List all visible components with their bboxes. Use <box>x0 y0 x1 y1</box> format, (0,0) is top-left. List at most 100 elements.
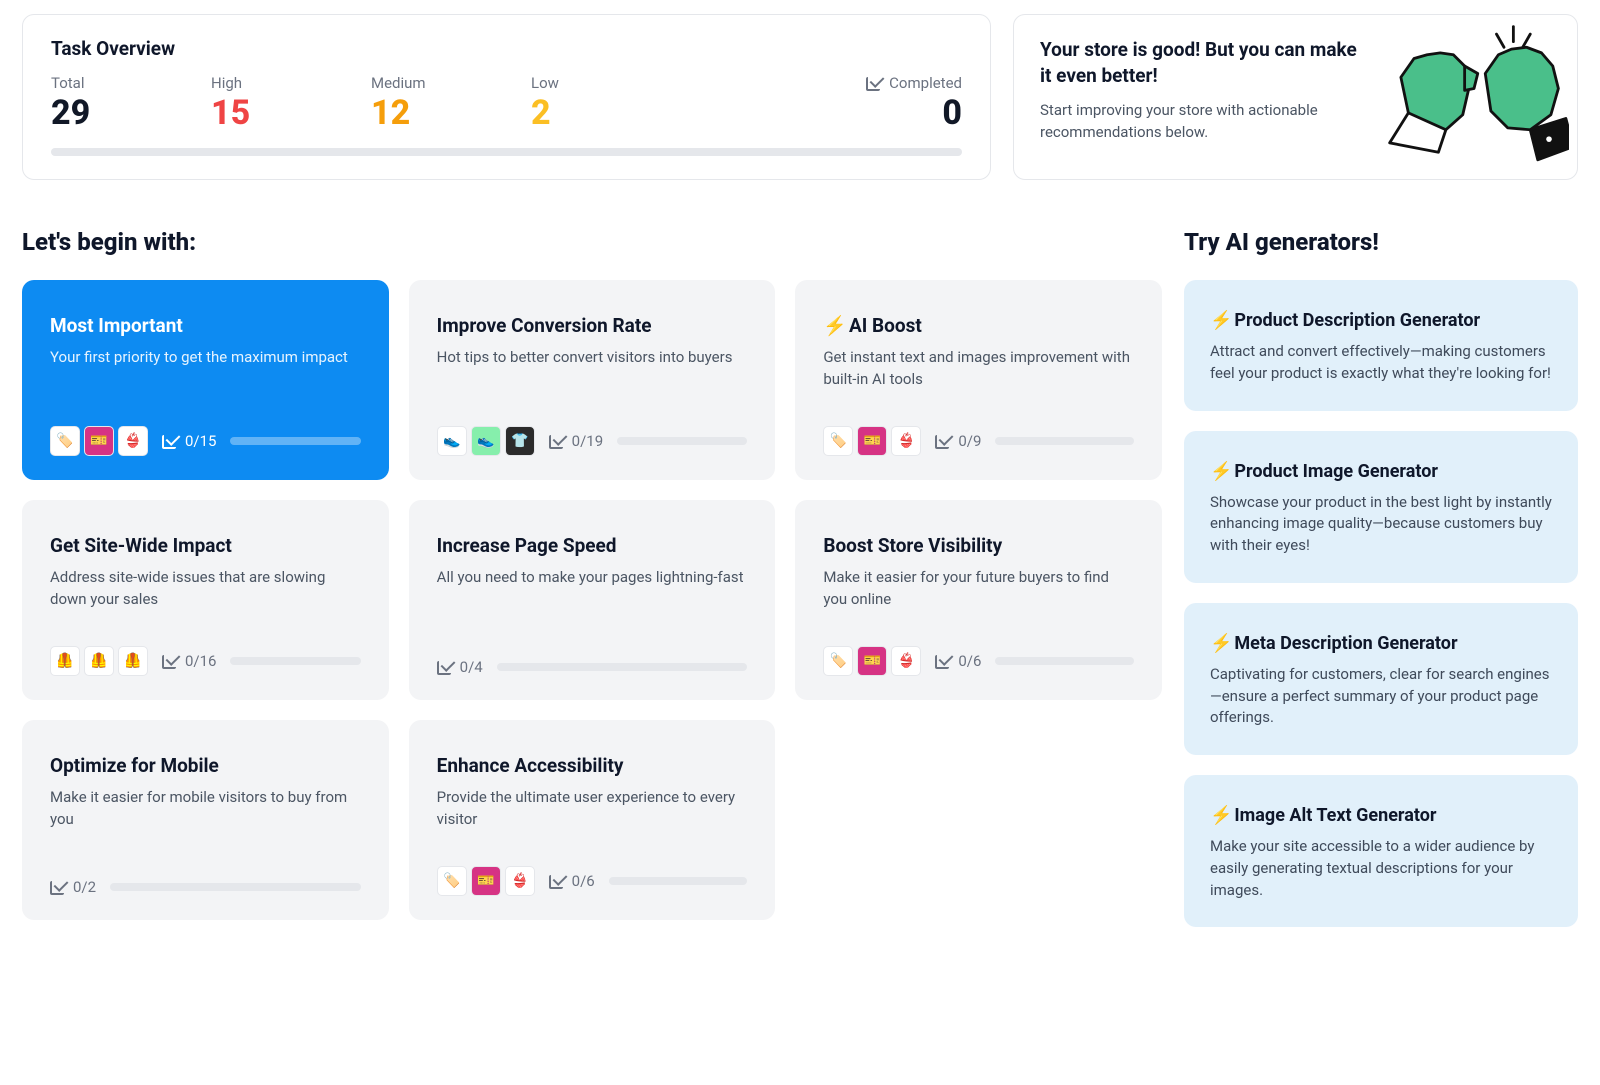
lightning-icon: ⚡ <box>1210 310 1232 331</box>
ai-tile-title: ⚡Meta Description Generator <box>1210 633 1552 654</box>
tile-accessibility[interactable]: Enhance Accessibility Provide the ultima… <box>409 720 776 920</box>
thumb-icon: 👙 <box>891 426 921 456</box>
tile-title: Get Site-Wide Impact <box>50 534 361 557</box>
ai-tile-desc: Attract and convert effectively—making c… <box>1210 341 1552 385</box>
stat-high: High 15 <box>211 74 281 130</box>
tile-thumbs: 🏷️ 🎫 👙 <box>823 426 921 456</box>
tile-page-speed[interactable]: Increase Page Speed All you need to make… <box>409 500 776 700</box>
begin-tile-grid: Most Important Your first priority to ge… <box>22 280 1162 920</box>
thumb-icon: 🦺 <box>50 646 80 676</box>
thumb-icon: 👕 <box>505 426 535 456</box>
ai-tile-title: ⚡Image Alt Text Generator <box>1210 805 1552 826</box>
overview-progress-bar <box>51 148 962 156</box>
lightning-icon: ⚡ <box>1210 461 1232 482</box>
thumb-icon: 👙 <box>891 646 921 676</box>
ai-tile-product-image[interactable]: ⚡Product Image Generator Showcase your p… <box>1184 431 1578 583</box>
check-icon <box>162 653 179 670</box>
check-icon <box>935 653 952 670</box>
tile-title: Enhance Accessibility <box>437 754 748 777</box>
ai-tile-desc: Captivating for customers, clear for sea… <box>1210 664 1552 729</box>
tile-thumbs: 🏷️ 🎫 👙 <box>437 866 535 896</box>
tile-progress-bar <box>497 663 748 671</box>
tip-desc: Start improving your store with actionab… <box>1040 100 1361 144</box>
check-icon <box>549 433 566 450</box>
stat-high-value: 15 <box>211 96 281 130</box>
tile-progress-bar <box>230 437 360 445</box>
tile-desc: All you need to make your pages lightnin… <box>437 567 748 640</box>
check-icon <box>162 433 179 450</box>
tile-optimize-mobile[interactable]: Optimize for Mobile Make it easier for m… <box>22 720 389 920</box>
check-icon <box>549 873 566 890</box>
ai-heading: Try AI generators! <box>1184 228 1578 256</box>
tile-thumbs: 🏷️ 🎫 👙 <box>823 646 921 676</box>
tile-title: Optimize for Mobile <box>50 754 361 777</box>
stat-low-value: 2 <box>531 96 601 130</box>
tile-progress-bar <box>609 877 748 885</box>
task-overview-title: Task Overview <box>51 37 962 60</box>
thumb-icon: 🏷️ <box>50 426 80 456</box>
tile-count: 0/9 <box>935 432 981 450</box>
thumb-icon: 🦺 <box>118 646 148 676</box>
thumb-icon: 👙 <box>118 426 148 456</box>
check-icon <box>437 659 454 676</box>
stat-high-label: High <box>211 74 281 92</box>
thumb-icon: 🎫 <box>857 426 887 456</box>
tile-count: 0/15 <box>162 432 216 450</box>
stat-medium-value: 12 <box>371 96 441 130</box>
stat-completed: Completed 0 <box>866 74 962 130</box>
tile-progress-bar <box>617 437 747 445</box>
thumb-icon: 🦺 <box>84 646 114 676</box>
ai-tile-alt-text[interactable]: ⚡Image Alt Text Generator Make your site… <box>1184 775 1578 927</box>
thumb-icon: 🎫 <box>471 866 501 896</box>
tile-progress-bar <box>995 657 1134 665</box>
stat-total-label: Total <box>51 74 121 92</box>
ai-tile-title: ⚡Product Description Generator <box>1210 310 1552 331</box>
tile-desc: Hot tips to better convert visitors into… <box>437 347 748 408</box>
tile-progress-bar <box>110 883 361 891</box>
tile-thumbs: 🦺 🦺 🦺 <box>50 646 148 676</box>
tile-count: 0/19 <box>549 432 603 450</box>
tile-title: ⚡AI Boost <box>823 314 1134 337</box>
task-overview-card: Task Overview Total 29 High 15 Medium 12… <box>22 14 991 180</box>
tile-progress-bar <box>995 437 1134 445</box>
stat-total: Total 29 <box>51 74 121 130</box>
thumb-icon: 🎫 <box>84 426 114 456</box>
tile-desc: Make it easier for your future buyers to… <box>823 567 1134 628</box>
tile-site-wide-impact[interactable]: Get Site-Wide Impact Address site-wide i… <box>22 500 389 700</box>
ai-tile-desc: Showcase your product in the best light … <box>1210 492 1552 557</box>
tile-count: 0/2 <box>50 878 96 896</box>
tile-title: Most Important <box>50 314 361 337</box>
stat-completed-label: Completed <box>889 74 962 92</box>
tile-improve-conversion[interactable]: Improve Conversion Rate Hot tips to bett… <box>409 280 776 480</box>
thumb-icon: 👟 <box>437 426 467 456</box>
tile-most-important[interactable]: Most Important Your first priority to ge… <box>22 280 389 480</box>
check-icon <box>935 433 952 450</box>
check-icon <box>866 75 883 92</box>
lightning-icon: ⚡ <box>1210 805 1232 826</box>
ai-tile-meta-description[interactable]: ⚡Meta Description Generator Captivating … <box>1184 603 1578 755</box>
tip-card: Your store is good! But you can make it … <box>1013 14 1578 180</box>
tile-title: Boost Store Visibility <box>823 534 1134 557</box>
stat-low: Low 2 <box>531 74 601 130</box>
ai-tile-product-description[interactable]: ⚡Product Description Generator Attract a… <box>1184 280 1578 411</box>
tile-title: Increase Page Speed <box>437 534 748 557</box>
stat-completed-value: 0 <box>866 96 962 130</box>
thumb-icon: 🎫 <box>857 646 887 676</box>
tile-desc: Your first priority to get the maximum i… <box>50 347 361 408</box>
stat-medium: Medium 12 <box>371 74 441 130</box>
lightning-icon: ⚡ <box>1210 633 1232 654</box>
tile-count: 0/16 <box>162 652 216 670</box>
tile-count: 0/6 <box>935 652 981 670</box>
thumb-icon: 🏷️ <box>437 866 467 896</box>
ai-tile-desc: Make your site accessible to a wider aud… <box>1210 836 1552 901</box>
ai-tile-title: ⚡Product Image Generator <box>1210 461 1552 482</box>
tile-count: 0/6 <box>549 872 595 890</box>
stat-low-label: Low <box>531 74 601 92</box>
tile-title: Improve Conversion Rate <box>437 314 748 337</box>
stat-medium-label: Medium <box>371 74 441 92</box>
thumb-icon: 👟 <box>471 426 501 456</box>
tile-ai-boost[interactable]: ⚡AI Boost Get instant text and images im… <box>795 280 1162 480</box>
tile-desc: Provide the ultimate user experience to … <box>437 787 748 848</box>
thumb-icon: 🏷️ <box>823 426 853 456</box>
tile-store-visibility[interactable]: Boost Store Visibility Make it easier fo… <box>795 500 1162 700</box>
